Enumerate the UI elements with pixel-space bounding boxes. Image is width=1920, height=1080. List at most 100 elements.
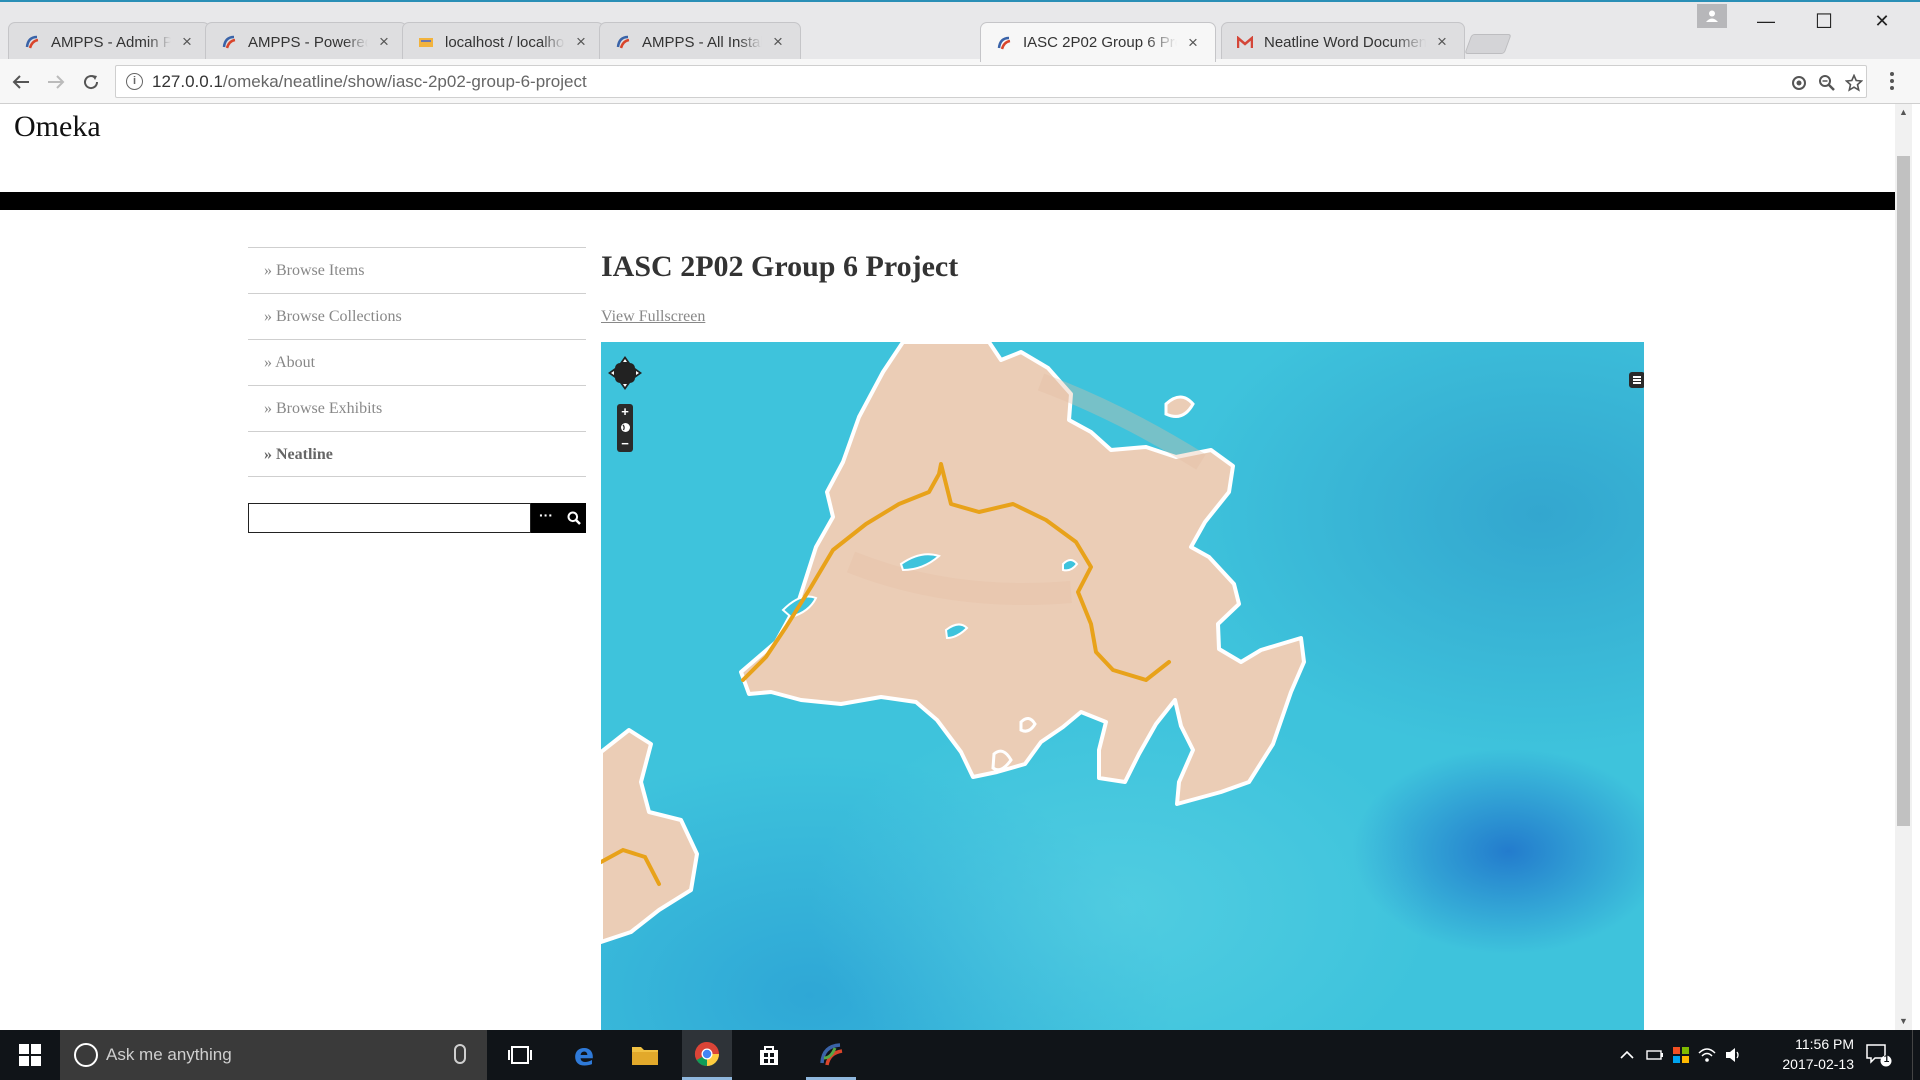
search-input[interactable]: [248, 503, 531, 533]
profile-icon[interactable]: [1697, 4, 1727, 28]
tab-ampps-admin-panel[interactable]: AMPPS - Admin Panel ×: [8, 22, 210, 61]
scroll-thumb[interactable]: [1897, 156, 1910, 826]
task-view-icon: [508, 1046, 532, 1064]
tab-close-icon[interactable]: ×: [179, 32, 195, 52]
chrome-icon: [694, 1041, 719, 1066]
tab-phpmyadmin[interactable]: localhost / localhost | phpMyAdmin ×: [402, 22, 604, 61]
site-title[interactable]: Omeka: [14, 110, 101, 144]
ampps-icon: [614, 33, 632, 51]
pan-control[interactable]: [608, 356, 642, 390]
layer-switcher-icon[interactable]: [1629, 372, 1644, 388]
tab-iasc-project[interactable]: IASC 2P02 Group 6 Project ×: [980, 22, 1216, 62]
map-island-small: [1019, 717, 1037, 733]
url-path: /omeka/neatline/show/iasc-2p02-group-6-p…: [222, 72, 587, 91]
browser-toolbar: i 127.0.0.1/omeka/neatline/show/iasc-2p0…: [0, 59, 1920, 104]
header-bar: [0, 192, 1895, 210]
tab-ampps-installations[interactable]: AMPPS - All Installations ×: [599, 22, 801, 61]
zoom-world-button[interactable]: [617, 420, 633, 436]
location-icon[interactable]: [1788, 72, 1810, 94]
search-submit-button[interactable]: [561, 503, 586, 533]
app-tray-icon[interactable]: [1671, 1045, 1691, 1065]
edge-taskbar-button[interactable]: e: [559, 1030, 609, 1080]
sidebar-nav: » Browse Items » Browse Collections » Ab…: [248, 247, 586, 533]
page-title: IASC 2P02 Group 6 Project: [601, 250, 959, 283]
advanced-search-button[interactable]: ···: [531, 503, 561, 533]
bookmark-star-icon[interactable]: [1843, 72, 1865, 94]
action-center-button[interactable]: 1: [1866, 1043, 1892, 1067]
tab-ampps-softaculous[interactable]: AMPPS - Powered by Softaculous ×: [205, 22, 407, 61]
nav-about[interactable]: » About: [248, 339, 586, 385]
tab-title: Neatline Word Document: [1264, 33, 1426, 51]
tab-neatline-word-document[interactable]: Neatline Word Document ×: [1221, 22, 1465, 61]
zoom-icon[interactable]: [1816, 72, 1838, 94]
microphone-icon[interactable]: [454, 1044, 466, 1064]
minimize-button[interactable]: —: [1737, 4, 1795, 38]
store-taskbar-button[interactable]: [744, 1030, 794, 1080]
chrome-taskbar-button[interactable]: [682, 1030, 732, 1080]
tab-close-icon[interactable]: ×: [573, 32, 589, 52]
nav-neatline[interactable]: » Neatline: [248, 431, 586, 477]
url-host: 127.0.0.1: [152, 72, 223, 91]
windows-logo-icon: [19, 1044, 41, 1066]
page-scrollbar[interactable]: ▲ ▼: [1895, 104, 1912, 1030]
reload-button[interactable]: [78, 69, 104, 95]
ampps-taskbar-button[interactable]: [806, 1030, 856, 1080]
ampps-icon: [220, 33, 238, 51]
gmail-icon: [1236, 33, 1254, 51]
store-icon: [760, 1046, 778, 1065]
info-icon[interactable]: i: [126, 73, 143, 90]
tab-title: AMPPS - Powered by Softaculous: [248, 33, 368, 51]
zoom-out-button[interactable]: −: [617, 436, 633, 452]
clock[interactable]: 11:56 PM 2017-02-13: [1764, 1034, 1854, 1074]
battery-icon[interactable]: [1645, 1045, 1665, 1065]
map-tiles: [601, 342, 1644, 1030]
globe-icon: [620, 423, 630, 432]
forward-button[interactable]: [43, 69, 69, 95]
show-desktop-button[interactable]: [1912, 1030, 1920, 1080]
maximize-button[interactable]: ☐: [1795, 4, 1853, 38]
scroll-down-arrow[interactable]: ▼: [1895, 1013, 1912, 1030]
clock-time: 11:56 PM: [1795, 1036, 1854, 1052]
neatline-icon: [995, 34, 1013, 52]
tab-title: localhost / localhost | phpMyAdmin: [445, 33, 565, 51]
page-viewport: Omeka » Browse Items » Browse Collection…: [0, 104, 1895, 1030]
zoom-control: + −: [617, 404, 633, 452]
show-hidden-icons-chevron-icon[interactable]: [1617, 1045, 1637, 1065]
browser-menu-icon[interactable]: [1882, 71, 1902, 95]
wifi-icon[interactable]: [1697, 1045, 1717, 1065]
folder-icon: [632, 1047, 658, 1065]
windows-taskbar: Ask me anything e 11:56 PM 2017-02-13 1: [0, 1030, 1920, 1080]
tab-title: AMPPS - Admin Panel: [51, 33, 171, 51]
scroll-up-arrow[interactable]: ▲: [1895, 104, 1912, 121]
volume-icon[interactable]: [1723, 1045, 1743, 1065]
file-explorer-taskbar-button[interactable]: [620, 1030, 670, 1080]
search-icon: [567, 511, 581, 525]
tab-close-icon[interactable]: ×: [1185, 33, 1201, 53]
nav-browse-exhibits[interactable]: » Browse Exhibits: [248, 385, 586, 431]
close-window-button[interactable]: ✕: [1853, 4, 1911, 38]
tab-close-icon[interactable]: ×: [770, 32, 786, 52]
tab-close-icon[interactable]: ×: [1434, 32, 1450, 52]
nav-browse-collections[interactable]: » Browse Collections: [248, 293, 586, 339]
cortana-search-box[interactable]: Ask me anything: [60, 1030, 487, 1080]
tab-strip: AMPPS - Admin Panel × AMPPS - Powered by…: [0, 0, 1920, 62]
search-form: ···: [248, 503, 586, 533]
new-tab-button[interactable]: [1464, 34, 1512, 54]
neatline-map[interactable]: + −: [601, 342, 1644, 1030]
back-button[interactable]: [8, 69, 34, 95]
phpmyadmin-icon: [417, 33, 435, 51]
address-bar[interactable]: i 127.0.0.1/omeka/neatline/show/iasc-2p0…: [115, 65, 1867, 98]
view-fullscreen-link[interactable]: View Fullscreen: [601, 308, 705, 326]
task-view-button[interactable]: [495, 1030, 545, 1080]
zoom-in-button[interactable]: +: [617, 404, 633, 420]
start-button[interactable]: [0, 1030, 60, 1080]
tab-close-icon[interactable]: ×: [376, 32, 392, 52]
ampps-icon: [820, 1042, 843, 1065]
clock-date: 2017-02-13: [1782, 1056, 1854, 1072]
nav-browse-items[interactable]: » Browse Items: [248, 247, 586, 293]
url-text[interactable]: 127.0.0.1/omeka/neatline/show/iasc-2p02-…: [152, 72, 587, 92]
tab-title: IASC 2P02 Group 6 Project: [1023, 34, 1177, 51]
cortana-icon: [74, 1043, 98, 1067]
edge-icon: e: [573, 1037, 595, 1073]
notification-count-badge: 1: [1883, 1054, 1890, 1065]
